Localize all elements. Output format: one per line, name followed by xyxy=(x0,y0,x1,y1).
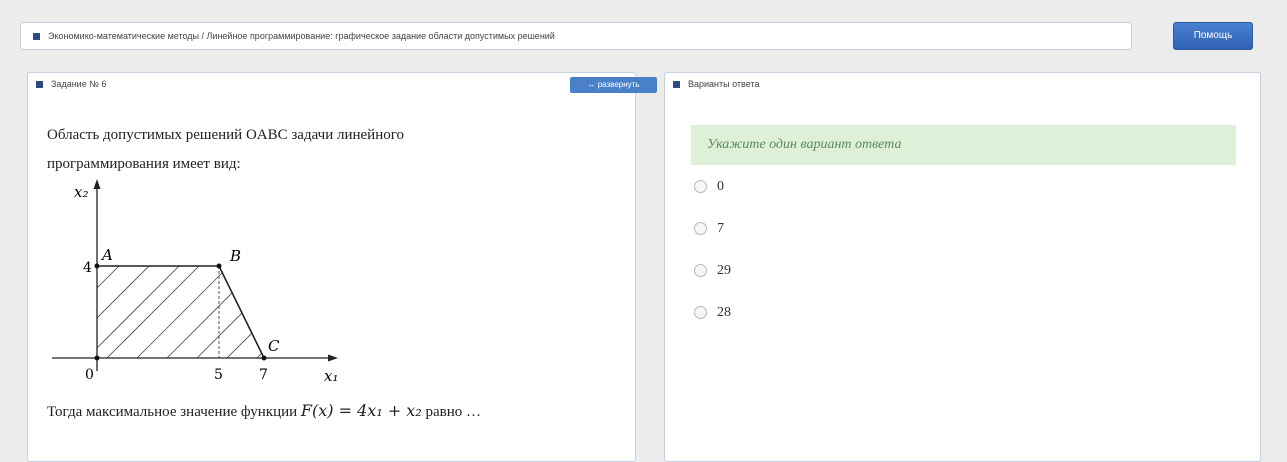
feasible-region-graph: x₂ x₁ 0 A B C 5 7 4 xyxy=(52,179,338,385)
radio-button[interactable] xyxy=(694,264,707,278)
answers-panel: Варианты ответа Укажите один вариант отв… xyxy=(664,72,1261,462)
task-header: Задание № 6 xyxy=(36,79,106,89)
answer-hint: Укажите один вариант ответа xyxy=(691,125,1236,165)
label-c: C xyxy=(268,337,280,355)
label-b: B xyxy=(229,247,241,265)
answer-option[interactable]: 28 xyxy=(694,305,731,321)
x-tick-5: 5 xyxy=(214,367,223,383)
task-panel: Задание № 6 ↔ развернуть Область допусти… xyxy=(27,72,657,462)
y-axis-label: x₂ xyxy=(74,183,88,201)
answer-option-label: 7 xyxy=(717,221,724,236)
region-hatching xyxy=(97,266,264,358)
x-axis-arrow xyxy=(328,354,338,362)
answer-option-label: 0 xyxy=(717,179,724,194)
expand-button[interactable]: ↔ развернуть xyxy=(570,77,657,93)
objective-formula: F(x) = 4x₁ + x₂ xyxy=(300,401,422,420)
radio-button[interactable] xyxy=(694,306,707,320)
answer-option-label: 29 xyxy=(717,263,731,278)
answers-header: Варианты ответа xyxy=(673,79,759,89)
breadcrumb-text: Экономико-математические методы / Линейн… xyxy=(48,31,555,41)
point-a xyxy=(94,263,100,269)
help-button[interactable]: Помощь xyxy=(1173,22,1253,50)
breadcrumb: Экономико-математические методы / Линейн… xyxy=(20,22,1132,50)
square-icon xyxy=(673,81,680,89)
origin-label: 0 xyxy=(85,367,94,383)
point-c xyxy=(261,355,267,361)
x-axis-label: x₁ xyxy=(324,367,338,385)
square-icon xyxy=(36,81,43,89)
question-conclusion: Тогда максимальное значение функции F(x)… xyxy=(47,401,481,421)
y-tick-4: 4 xyxy=(83,260,92,276)
answer-option[interactable]: 0 xyxy=(694,179,724,195)
radio-button[interactable] xyxy=(694,222,707,236)
answer-option-label: 28 xyxy=(717,305,731,320)
x-tick-7: 7 xyxy=(259,367,268,383)
square-icon xyxy=(33,33,40,41)
conclusion-prefix: Тогда максимальное значение функции xyxy=(47,404,298,420)
answer-option[interactable]: 7 xyxy=(694,221,724,237)
answer-option[interactable]: 29 xyxy=(694,263,731,279)
point-o xyxy=(94,355,100,361)
answers-header-label: Варианты ответа xyxy=(688,79,760,89)
y-axis-arrow xyxy=(93,179,101,189)
conclusion-suffix: равно … xyxy=(425,404,482,420)
task-header-label: Задание № 6 xyxy=(51,79,107,89)
radio-button[interactable] xyxy=(694,180,707,194)
label-a: A xyxy=(100,246,113,264)
point-b xyxy=(216,263,222,269)
